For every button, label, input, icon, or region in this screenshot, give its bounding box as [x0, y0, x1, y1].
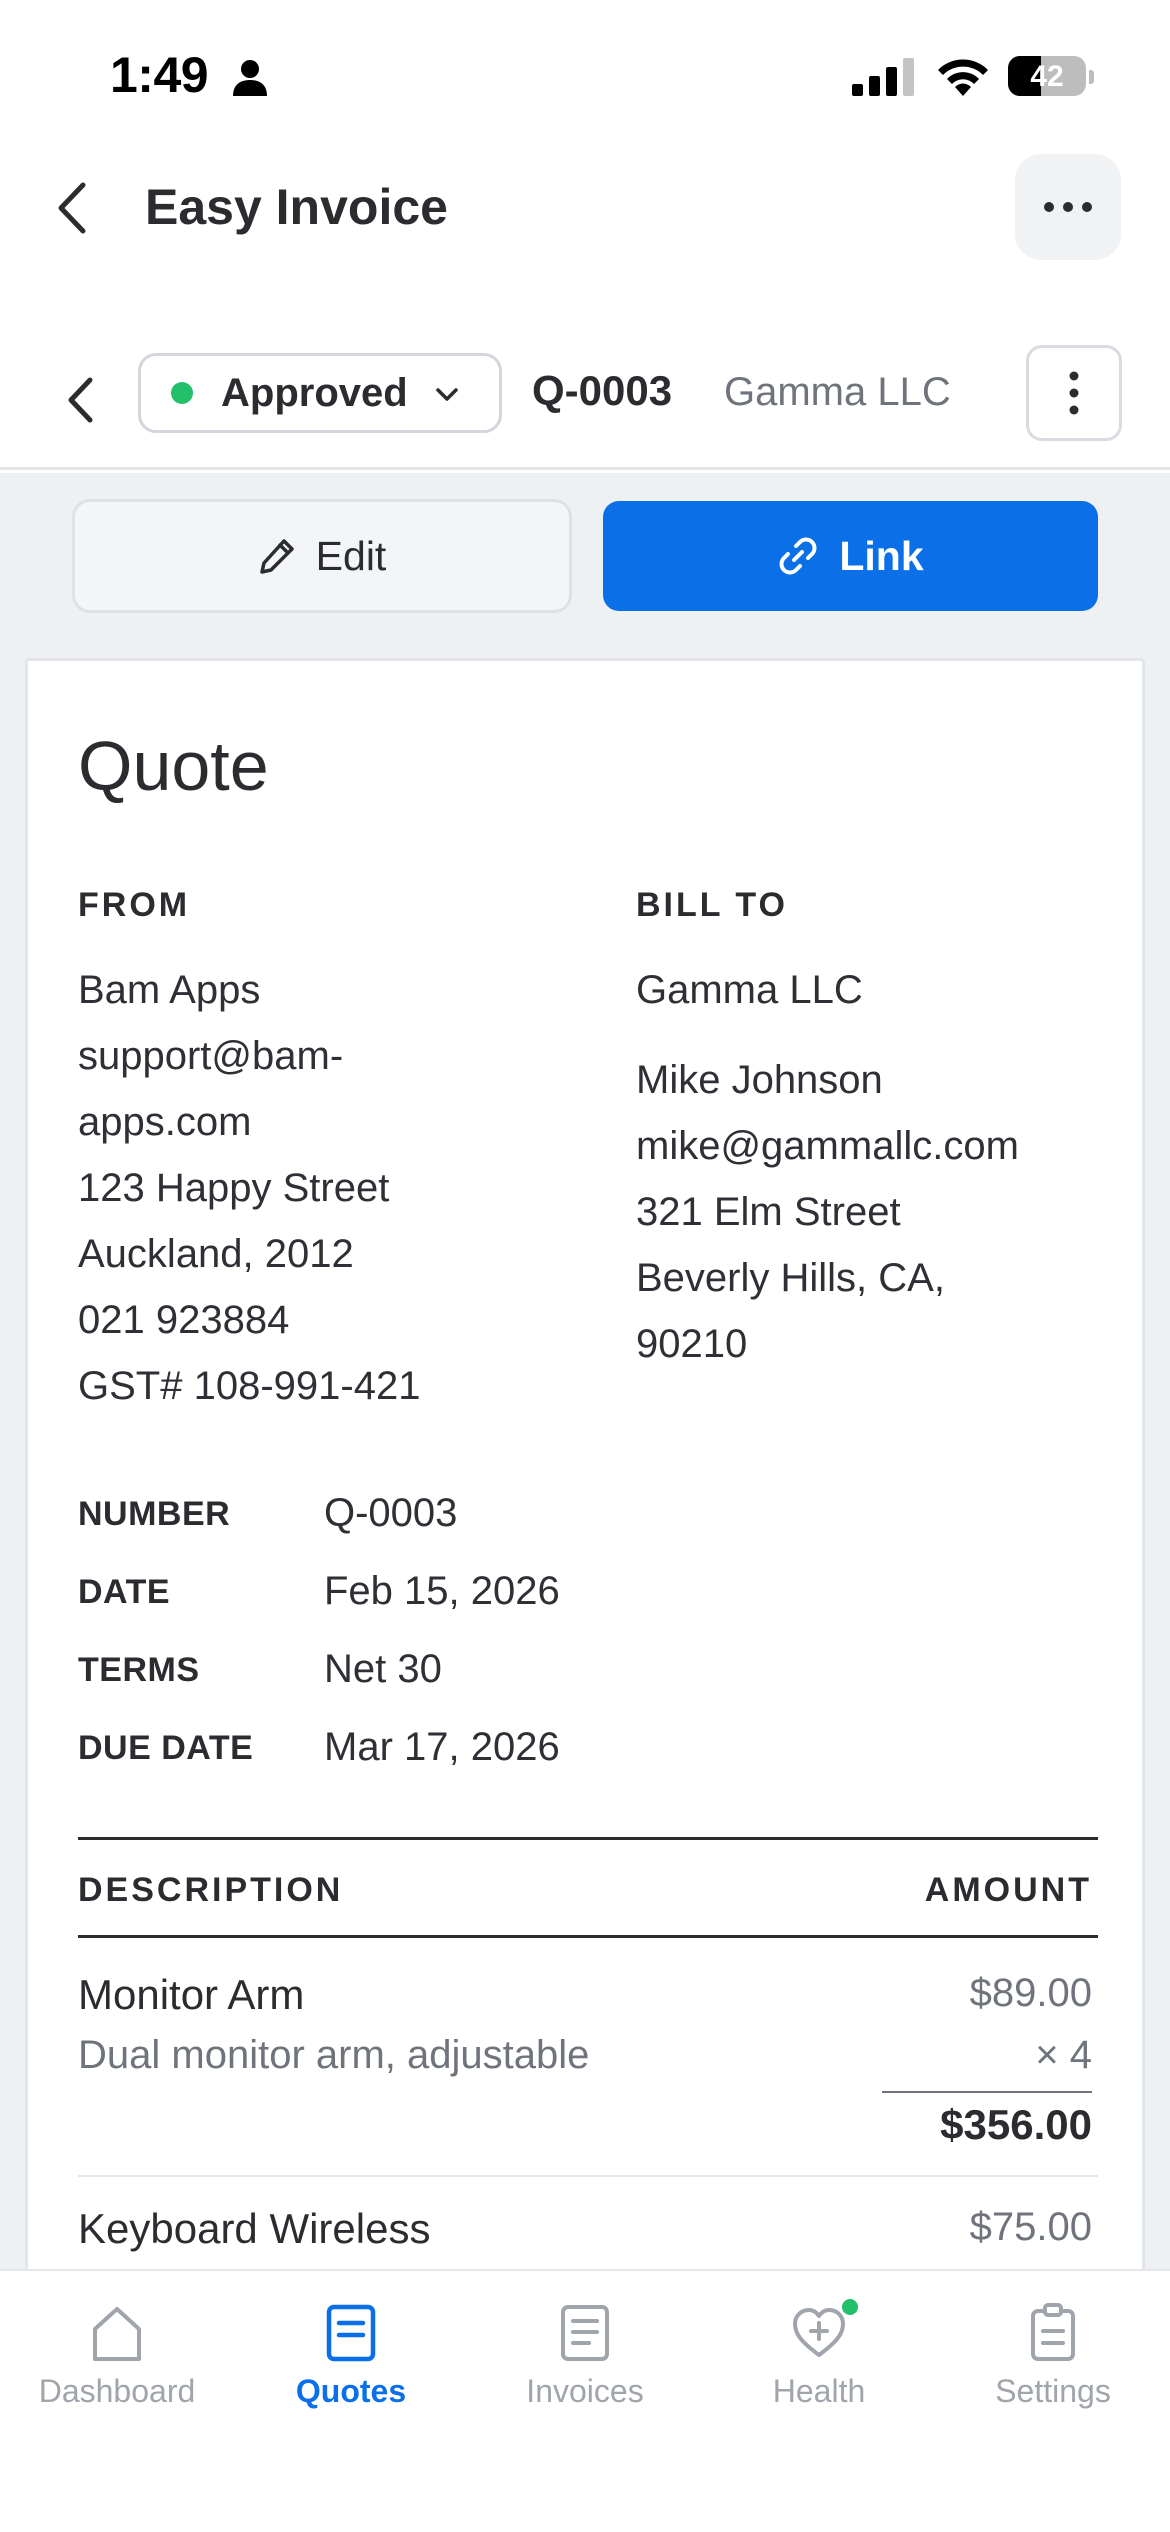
link-icon	[779, 537, 817, 575]
tab-label: Quotes	[295, 2373, 407, 2409]
meta-date-key: DATE	[78, 1573, 171, 1611]
from-line: 123 Happy Street	[78, 1166, 390, 1210]
from-line: Bam Apps	[78, 968, 261, 1012]
tab-label: Invoices	[526, 2373, 644, 2409]
column-header-description: DESCRIPTION	[78, 1871, 344, 1909]
meta-terms-value: Net 30	[324, 1647, 442, 1691]
from-line: Auckland, 2012	[78, 1232, 354, 1276]
tab-settings[interactable]: Settings	[936, 2271, 1170, 2441]
battery-percent: 42	[1030, 60, 1064, 93]
meta-due-date-key: DUE DATE	[78, 1729, 254, 1767]
meta-terms-key: TERMS	[78, 1651, 200, 1689]
line-item-name: Monitor Arm	[78, 1971, 305, 2018]
line-item-total: $356.00	[940, 2101, 1092, 2148]
column-header-amount: AMOUNT	[924, 1871, 1092, 1909]
more-options-button[interactable]	[1015, 154, 1121, 260]
meta-due-date-value: Mar 17, 2026	[324, 1725, 560, 1769]
meta-date-value: Feb 15, 2026	[324, 1569, 560, 1613]
table-header-rule	[78, 1935, 1098, 1938]
line-item-subtotal-rule	[882, 2091, 1092, 2093]
link-button-label: Link	[839, 532, 924, 579]
app-header: Easy Invoice	[0, 150, 1170, 270]
tab-quotes[interactable]: Quotes	[234, 2271, 468, 2441]
document-back-button[interactable]	[55, 365, 105, 435]
tab-label: Dashboard	[38, 2373, 196, 2409]
meta-number-value: Q-0003	[324, 1491, 458, 1535]
invoice-document-icon	[561, 2305, 609, 2361]
document-number: Q-0003	[532, 367, 673, 414]
from-line: 021 923884	[78, 1298, 290, 1342]
bill-to-company: Gamma LLC	[636, 968, 863, 1012]
chevron-left-icon	[68, 377, 93, 423]
link-button[interactable]: Link	[603, 501, 1098, 611]
edit-button[interactable]: Edit	[72, 499, 572, 613]
bill-to-label: BILL TO	[636, 886, 788, 924]
from-line: GST# 108-991-421	[78, 1364, 421, 1408]
status-dropdown[interactable]: Approved	[138, 353, 502, 433]
chevron-down-icon	[436, 388, 458, 401]
line-item-quantity: × 4	[1035, 2033, 1092, 2077]
status-indicator-dot	[171, 382, 193, 404]
table-top-rule	[78, 1837, 1098, 1840]
line-item-price: $89.00	[969, 1971, 1092, 2015]
vertical-ellipsis-icon	[1069, 371, 1079, 415]
document-scroll-area[interactable]: Edit Link Quote FROM Bam Apps support@ba…	[0, 473, 1170, 2269]
from-label: FROM	[78, 886, 191, 924]
home-icon	[93, 2307, 141, 2361]
person-icon	[233, 60, 267, 96]
from-line: support@bam-	[78, 1034, 344, 1078]
tab-health[interactable]: Health	[702, 2271, 936, 2441]
tab-dashboard[interactable]: Dashboard	[0, 2271, 234, 2441]
cellular-signal-icon	[852, 58, 914, 96]
bill-to-line: mike@gammallc.com	[636, 1124, 1019, 1168]
ellipsis-icon	[1044, 202, 1092, 212]
document-more-button[interactable]	[1026, 345, 1122, 441]
edit-button-label: Edit	[315, 532, 387, 579]
bill-to-line: Mike Johnson	[636, 1058, 883, 1102]
app-title: Easy Invoice	[145, 179, 448, 235]
quote-document-icon	[326, 2304, 376, 2362]
line-item-description: Dual monitor arm, adjustable	[78, 2033, 590, 2077]
wifi-icon	[938, 59, 988, 96]
bill-to-line: 321 Elm Street	[636, 1190, 901, 1234]
notification-badge	[842, 2299, 858, 2315]
row-divider	[78, 2175, 1098, 2177]
status-bar: 1:49 42	[0, 0, 1170, 150]
tab-label: Health	[772, 2373, 866, 2409]
bill-to-line: 90210	[636, 1322, 748, 1366]
bill-to-line: Beverly Hills, CA,	[636, 1256, 945, 1300]
tab-bar: Dashboard Quotes Invoices Health Setting…	[0, 2269, 1170, 2532]
meta-number-key: NUMBER	[78, 1495, 231, 1533]
line-item-name: Keyboard Wireless	[78, 2205, 431, 2252]
back-button[interactable]	[48, 172, 96, 244]
document-toolbar: Approved Q-0003 Gamma LLC	[0, 325, 1170, 470]
chevron-left-icon	[58, 182, 86, 234]
action-row: Edit Link	[0, 473, 1170, 658]
from-line: apps.com	[78, 1100, 252, 1144]
quote-preview: Quote FROM Bam Apps support@bam- apps.co…	[25, 658, 1145, 2269]
battery-icon: 42	[1008, 56, 1086, 96]
line-item-price: $75.00	[969, 2205, 1092, 2249]
pencil-icon	[259, 539, 294, 574]
tab-label: Settings	[995, 2373, 1111, 2409]
status-time: 1:49	[110, 47, 209, 103]
clipboard-icon	[1031, 2303, 1075, 2361]
document-client: Gamma LLC	[724, 370, 951, 414]
tab-invoices[interactable]: Invoices	[468, 2271, 702, 2441]
status-label: Approved	[221, 370, 408, 415]
heart-plus-icon	[793, 2308, 845, 2357]
document-heading: Quote	[78, 727, 269, 805]
battery-cap	[1089, 70, 1094, 84]
